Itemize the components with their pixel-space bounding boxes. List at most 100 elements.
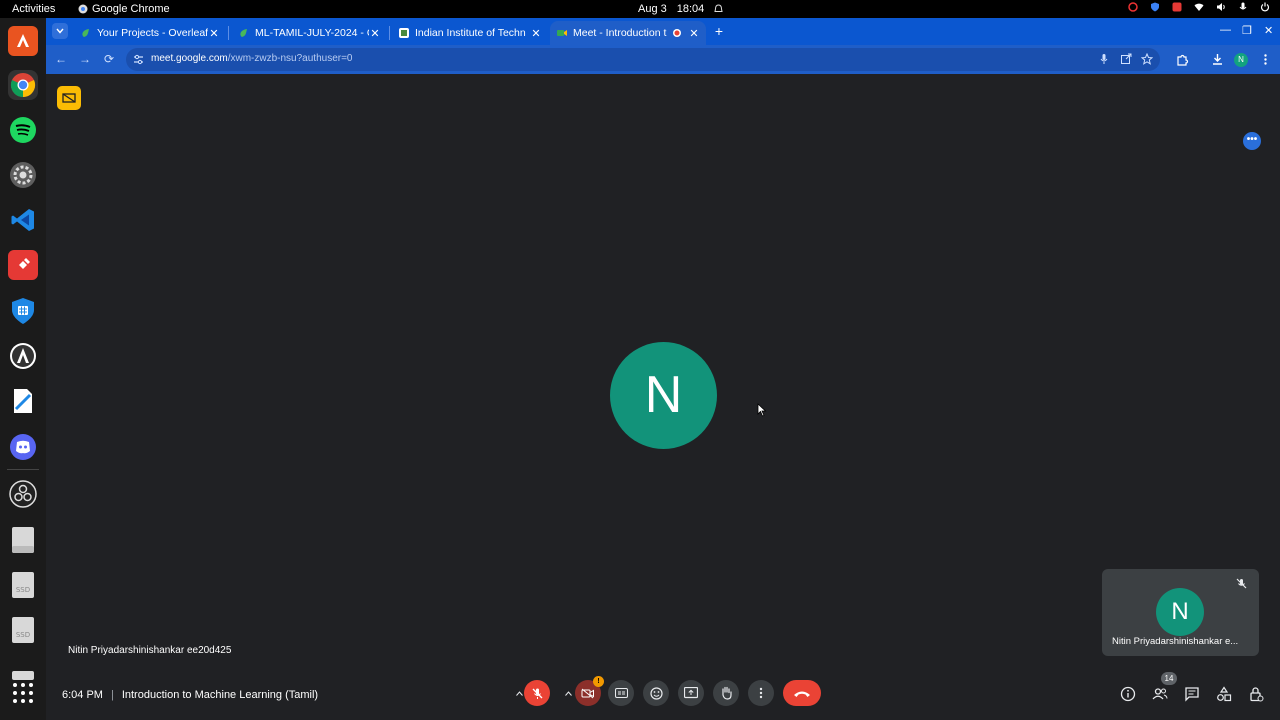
spotify-icon[interactable] (8, 115, 38, 145)
close-window-button[interactable]: ✕ (1264, 24, 1273, 37)
close-tab-icon[interactable]: ✕ (208, 27, 220, 40)
present-screen-button[interactable] (678, 680, 704, 706)
tab-search-button[interactable] (52, 23, 68, 39)
tab-meet[interactable]: Meet - Introduction t ✕ (550, 21, 706, 45)
chrome-icon[interactable] (8, 70, 38, 100)
people-icon[interactable] (1152, 686, 1168, 702)
power-icon (1260, 2, 1270, 12)
drive-icon[interactable] (8, 525, 38, 555)
back-button[interactable]: ← (54, 52, 68, 66)
tab-overleaf-ml-tamil[interactable]: ML-TAMIL-JULY-2024 - O ✕ (232, 21, 387, 45)
chrome-menu-icon[interactable] (1259, 53, 1272, 66)
software-center-icon[interactable] (8, 26, 38, 56)
present-screen-icon (684, 687, 698, 699)
dock-separator (7, 469, 39, 470)
chevron-down-icon (56, 28, 64, 34)
mic-off-icon (1236, 578, 1247, 589)
clock-date: Aug 3 (638, 3, 667, 15)
address-bar[interactable]: meet.google.com/xwm-zwzb-nsu?authuser=0 (126, 48, 1160, 71)
emoji-icon (649, 686, 663, 700)
tab-overleaf-projects[interactable]: Your Projects - Overleaf ✕ (74, 21, 226, 45)
close-tab-icon[interactable]: ✕ (688, 27, 700, 40)
libreoffice-draw-icon[interactable] (8, 386, 38, 416)
mic-off-icon (532, 688, 542, 699)
tab-title: Your Projects - Overleaf (97, 27, 208, 39)
meeting-title: Introduction to Machine Learning (Tamil) (121, 689, 319, 701)
ssd-drive-icon-2[interactable]: SSD (8, 615, 38, 645)
activities-button[interactable]: Activities (12, 3, 55, 15)
overleaf-icon (82, 29, 89, 37)
reload-button[interactable]: ⟳ (102, 52, 116, 66)
host-controls-lock-icon[interactable] (1248, 686, 1264, 702)
new-tab-button[interactable]: + (711, 23, 727, 39)
vscode-icon[interactable] (8, 205, 38, 235)
microphone-toggle-button[interactable] (524, 680, 550, 706)
svg-text:SSD: SSD (16, 631, 30, 639)
meeting-details: 6:04 PM | Introduction to Machine Learni… (62, 689, 318, 701)
download-icon[interactable] (1211, 53, 1224, 66)
alarm-icon (714, 4, 723, 12)
anydesk-tray-icon (1172, 2, 1182, 12)
close-tab-icon[interactable]: ✕ (530, 27, 542, 40)
profile-avatar[interactable]: N (1234, 53, 1248, 67)
system-top-bar: Activities Google Chrome Aug 3 18:04 (0, 0, 1280, 18)
chat-icon[interactable] (1184, 686, 1200, 702)
anydesk-icon[interactable] (8, 250, 38, 280)
app-center-icon[interactable] (8, 341, 38, 371)
reactions-button[interactable] (643, 680, 669, 706)
participants-count-badge: 14 (1161, 672, 1177, 685)
recording-badge[interactable] (57, 86, 81, 110)
recording-icon (62, 93, 76, 103)
protonvpn-shield-icon[interactable] (8, 296, 38, 326)
meeting-info-icon[interactable] (1120, 686, 1136, 702)
call-end-icon (794, 691, 810, 697)
camera-off-icon (581, 688, 594, 698)
extensions-puzzle-icon[interactable] (1176, 53, 1189, 66)
bookmark-star-icon[interactable] (1141, 53, 1153, 65)
tab-title: Meet - Introduction t (573, 27, 667, 39)
mouse-cursor-icon (757, 403, 767, 417)
clock[interactable]: Aug 3 18:04 (638, 3, 723, 15)
site-settings-icon[interactable] (133, 54, 144, 65)
app-name: Google Chrome (92, 3, 170, 15)
overleaf-icon (240, 29, 247, 37)
main-participant-avatar: N (610, 342, 717, 449)
tab-separator (389, 26, 390, 40)
restore-button[interactable]: ❐ (1242, 24, 1252, 37)
app-menu[interactable]: Google Chrome (78, 3, 170, 15)
tab-strip: Your Projects - Overleaf ✕ ML-TAMIL-JULY… (46, 18, 1280, 45)
shield-tray-icon (1151, 2, 1159, 12)
system-tray[interactable] (1128, 2, 1270, 12)
forward-button[interactable]: → (78, 52, 92, 66)
more-options-icon[interactable]: ••• (1243, 132, 1261, 150)
raise-hand-icon (721, 686, 732, 700)
url-host: meet.google.com (151, 53, 228, 64)
self-view-tile[interactable]: N Nitin Priyadarshinishankar e... (1102, 569, 1259, 656)
browser-toolbar: ← → ⟳ meet.google.com/xwm-zwzb-nsu?authu… (46, 45, 1280, 74)
captions-button[interactable] (608, 680, 634, 706)
activities-shapes-icon[interactable] (1216, 686, 1232, 702)
closed-captions-icon (614, 688, 628, 698)
tab-iit[interactable]: Indian Institute of Techn ✕ (392, 21, 548, 45)
obs-icon[interactable] (8, 479, 38, 509)
close-tab-icon[interactable]: ✕ (369, 27, 381, 40)
leave-call-button[interactable] (783, 680, 821, 706)
show-apps-grid-icon[interactable] (8, 678, 38, 708)
raise-hand-button[interactable] (713, 680, 739, 706)
ssd-drive-icon[interactable]: SSD (8, 570, 38, 600)
wifi-icon (1194, 3, 1204, 11)
meet-stage: ••• N Nitin Priyadarshinishankar ee20d42… (46, 74, 1280, 720)
discord-icon[interactable] (8, 432, 38, 462)
chevron-up-icon (515, 690, 523, 696)
more-options-button[interactable] (748, 680, 774, 706)
recording-indicator-icon (673, 29, 681, 37)
open-in-new-window-icon[interactable] (1120, 53, 1132, 65)
clock-time: 18:04 (676, 3, 705, 15)
meet-icon (557, 30, 567, 36)
volume-icon (1217, 3, 1225, 11)
minimize-button[interactable]: — (1220, 24, 1231, 36)
tab-title: Indian Institute of Techn (415, 27, 526, 39)
microphone-in-use-icon[interactable] (1098, 53, 1110, 65)
url-text: meet.google.com/xwm-zwzb-nsu?authuser=0 (151, 53, 353, 64)
settings-icon[interactable] (8, 160, 38, 190)
